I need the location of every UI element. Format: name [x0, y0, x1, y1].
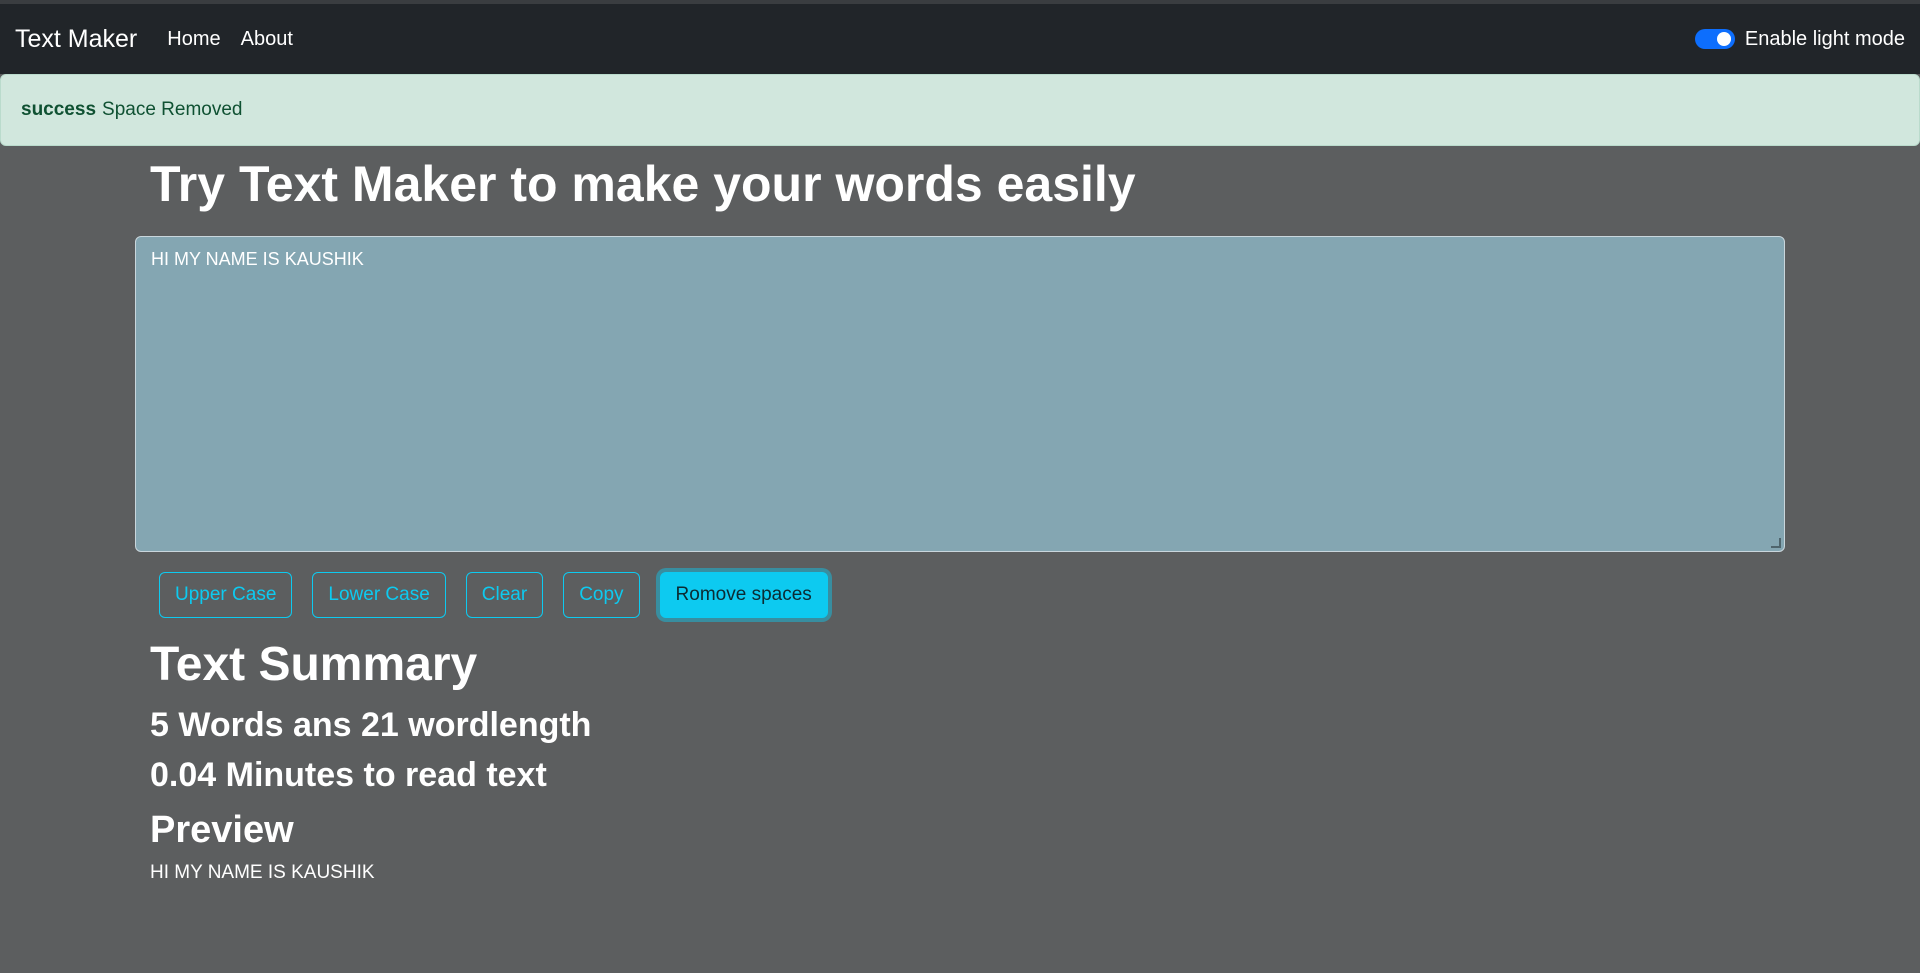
word-count-line: 5 Words ans 21 wordlength: [150, 705, 592, 744]
clear-button[interactable]: Clear: [465, 572, 544, 618]
text-input-area[interactable]: HI MY NAME IS KAUSHIK: [135, 236, 1785, 552]
page-title: Try Text Maker to make your words easily: [150, 156, 1136, 212]
nav-link-home[interactable]: Home: [167, 28, 220, 51]
alert-message: Space Removed: [102, 99, 243, 120]
summary-heading: Text Summary: [150, 638, 478, 691]
light-mode-toggle-group: Enable light mode: [1694, 4, 1905, 74]
brand-logo-text[interactable]: Text Maker: [15, 25, 137, 54]
lower-case-button[interactable]: Lower Case: [312, 572, 446, 618]
light-mode-switch[interactable]: [1694, 29, 1735, 49]
success-alert: success Space Removed: [0, 74, 1920, 146]
alert-type: success: [21, 99, 97, 120]
read-time-line: 0.04 Minutes to read text: [150, 756, 547, 795]
light-mode-label[interactable]: Enable light mode: [1745, 28, 1905, 51]
text-input-value: HI MY NAME IS KAUSHIK: [151, 249, 364, 269]
switch-knob-icon: [1716, 32, 1731, 46]
remove-spaces-button[interactable]: Romove spaces: [659, 572, 828, 618]
navbar: Text Maker Home About Enable light mode: [0, 4, 1920, 74]
preview-heading: Preview: [150, 808, 294, 851]
resize-grip-icon[interactable]: [1771, 538, 1781, 548]
main-container: Try Text Maker to make your words easily…: [135, 146, 1785, 884]
nav-link-about[interactable]: About: [241, 28, 293, 51]
upper-case-button[interactable]: Upper Case: [159, 572, 293, 618]
action-buttons: Upper Case Lower Case Clear Copy Romove …: [135, 572, 1785, 618]
copy-button[interactable]: Copy: [563, 572, 640, 618]
preview-text: HI MY NAME IS KAUSHIK: [150, 862, 375, 884]
